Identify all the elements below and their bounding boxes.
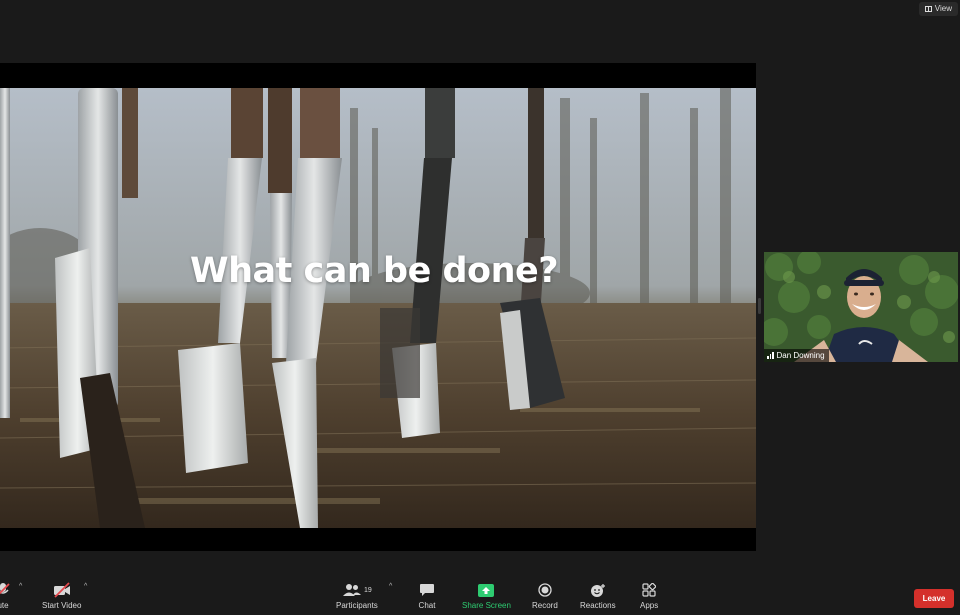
muted-microphone-icon bbox=[0, 582, 12, 598]
video-options-caret-icon[interactable]: ^ bbox=[84, 583, 87, 590]
meeting-toolbar: ute ^ Start Video ^ 19 bbox=[0, 577, 960, 615]
meeting-window: View What can be done? Dan Downing te ^ … bbox=[0, 0, 960, 615]
record-label: Record bbox=[532, 601, 558, 610]
connection-signal-icon bbox=[767, 352, 774, 359]
start-video-button[interactable]: Start Video bbox=[42, 582, 81, 610]
participants-count: 19 bbox=[363, 586, 372, 594]
participant-name: Dan Downing bbox=[776, 351, 825, 360]
audio-options-caret-icon[interactable]: ^ bbox=[19, 583, 22, 590]
participant-video-feed bbox=[764, 252, 958, 362]
apps-label: Apps bbox=[640, 601, 659, 610]
share-screen-arrow-icon bbox=[477, 582, 495, 598]
grid-view-icon bbox=[924, 6, 932, 12]
record-button[interactable]: Record bbox=[532, 582, 558, 610]
slide-title: What can be done? bbox=[190, 251, 559, 291]
view-label: View bbox=[934, 4, 952, 13]
shovels-in-field-illustration bbox=[0, 88, 756, 528]
record-icon bbox=[536, 582, 554, 598]
share-screen-button[interactable]: Share Screen bbox=[462, 582, 511, 610]
leave-button[interactable]: Leave bbox=[914, 589, 954, 608]
apps-icon bbox=[640, 582, 658, 598]
participant-video-tile[interactable]: Dan Downing bbox=[764, 252, 958, 362]
video-off-icon bbox=[53, 582, 71, 598]
reactions-label: Reactions bbox=[580, 601, 616, 610]
apps-button[interactable]: Apps bbox=[640, 582, 658, 610]
chat-label: Chat bbox=[418, 601, 436, 610]
participants-label: Participants bbox=[336, 601, 378, 610]
participant-name-tag: Dan Downing bbox=[764, 349, 829, 362]
participants-icon: 19 bbox=[340, 582, 374, 598]
smiley-plus-icon bbox=[589, 582, 607, 598]
shared-screen: What can be done? bbox=[0, 63, 756, 551]
participants-button[interactable]: 19 Participants bbox=[336, 582, 378, 610]
share-screen-label: Share Screen bbox=[462, 601, 511, 610]
reactions-button[interactable]: Reactions bbox=[580, 582, 616, 610]
resize-handle[interactable] bbox=[758, 298, 761, 314]
slide-background-image bbox=[0, 88, 756, 528]
start-video-label: Start Video bbox=[42, 601, 82, 610]
mute-label: ute bbox=[0, 601, 9, 610]
participants-options-caret-icon[interactable]: ^ bbox=[389, 583, 392, 590]
chat-bubble-icon bbox=[418, 582, 436, 598]
mute-button[interactable]: ute bbox=[0, 582, 12, 610]
view-button[interactable]: View bbox=[918, 2, 958, 16]
chat-button[interactable]: Chat bbox=[418, 582, 436, 610]
